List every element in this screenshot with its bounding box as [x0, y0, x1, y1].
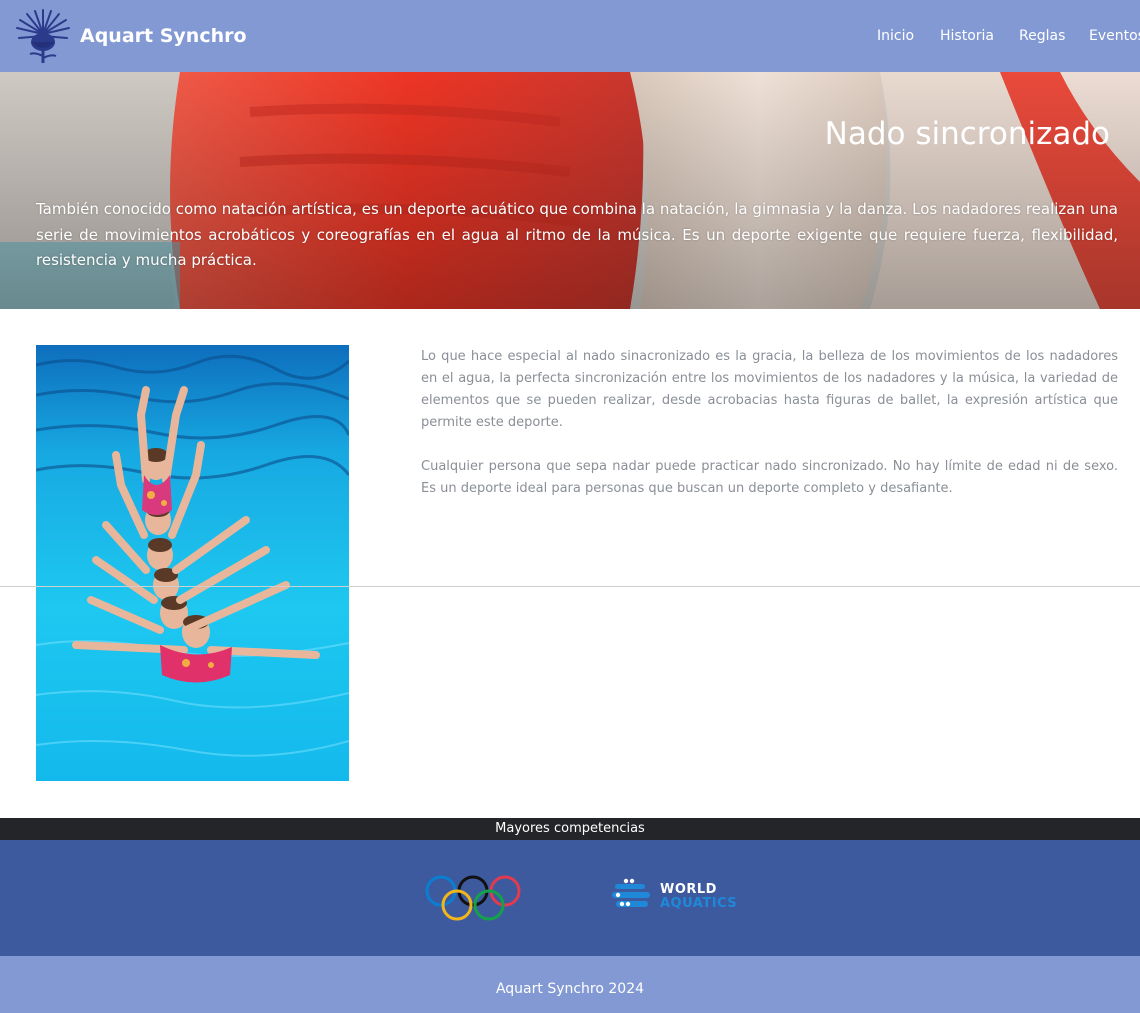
horizontal-divider	[0, 586, 1140, 587]
hero-title: Nado sincronizado	[824, 116, 1110, 152]
brand[interactable]: Aquart Synchro	[16, 8, 247, 64]
hero-banner: Nado sincronizado También conocido como …	[0, 72, 1140, 309]
world-aquatics-line2: AQUATICS	[660, 896, 738, 911]
footer-text: Aquart Synchro 2024	[495, 981, 645, 997]
world-aquatics-line1: WORLD	[660, 882, 717, 897]
content-paragraph-2: Cualquier persona que sepa nadar puede p…	[421, 459, 1118, 496]
content-text: Lo que hace especial al nado sinacroniza…	[421, 346, 1118, 500]
nav-link-historia[interactable]: Historia	[940, 28, 994, 44]
nav-link-eventos[interactable]: Eventos	[1089, 28, 1140, 44]
footer: Aquart Synchro 2024	[0, 956, 1140, 1013]
hero-description: También conocido como natación artística…	[36, 200, 1118, 269]
brand-name: Aquart Synchro	[80, 25, 247, 47]
world-aquatics-logo[interactable]: WORLD AQUATICS	[612, 878, 737, 918]
world-aquatics-wordmark: WORLD AQUATICS	[660, 883, 737, 911]
thistle-flower-logo-icon	[16, 9, 70, 63]
world-aquatics-mark-icon	[612, 878, 650, 907]
competitions-logos-panel: WORLD AQUATICS	[0, 840, 1140, 956]
competitions-heading-bar: Mayores competencias	[0, 818, 1140, 840]
competitions-heading: Mayores competencias	[495, 821, 645, 836]
olympic-rings-logo[interactable]	[424, 874, 522, 922]
nav-link-reglas[interactable]: Reglas	[1019, 28, 1065, 44]
navbar: Aquart Synchro Inicio Historia Reglas Ev…	[0, 0, 1140, 72]
content-paragraph-1: Lo que hace especial al nado sinacroniza…	[421, 349, 1118, 430]
synchronized-swimmers-photo	[36, 345, 349, 781]
nav-link-inicio[interactable]: Inicio	[877, 28, 914, 44]
